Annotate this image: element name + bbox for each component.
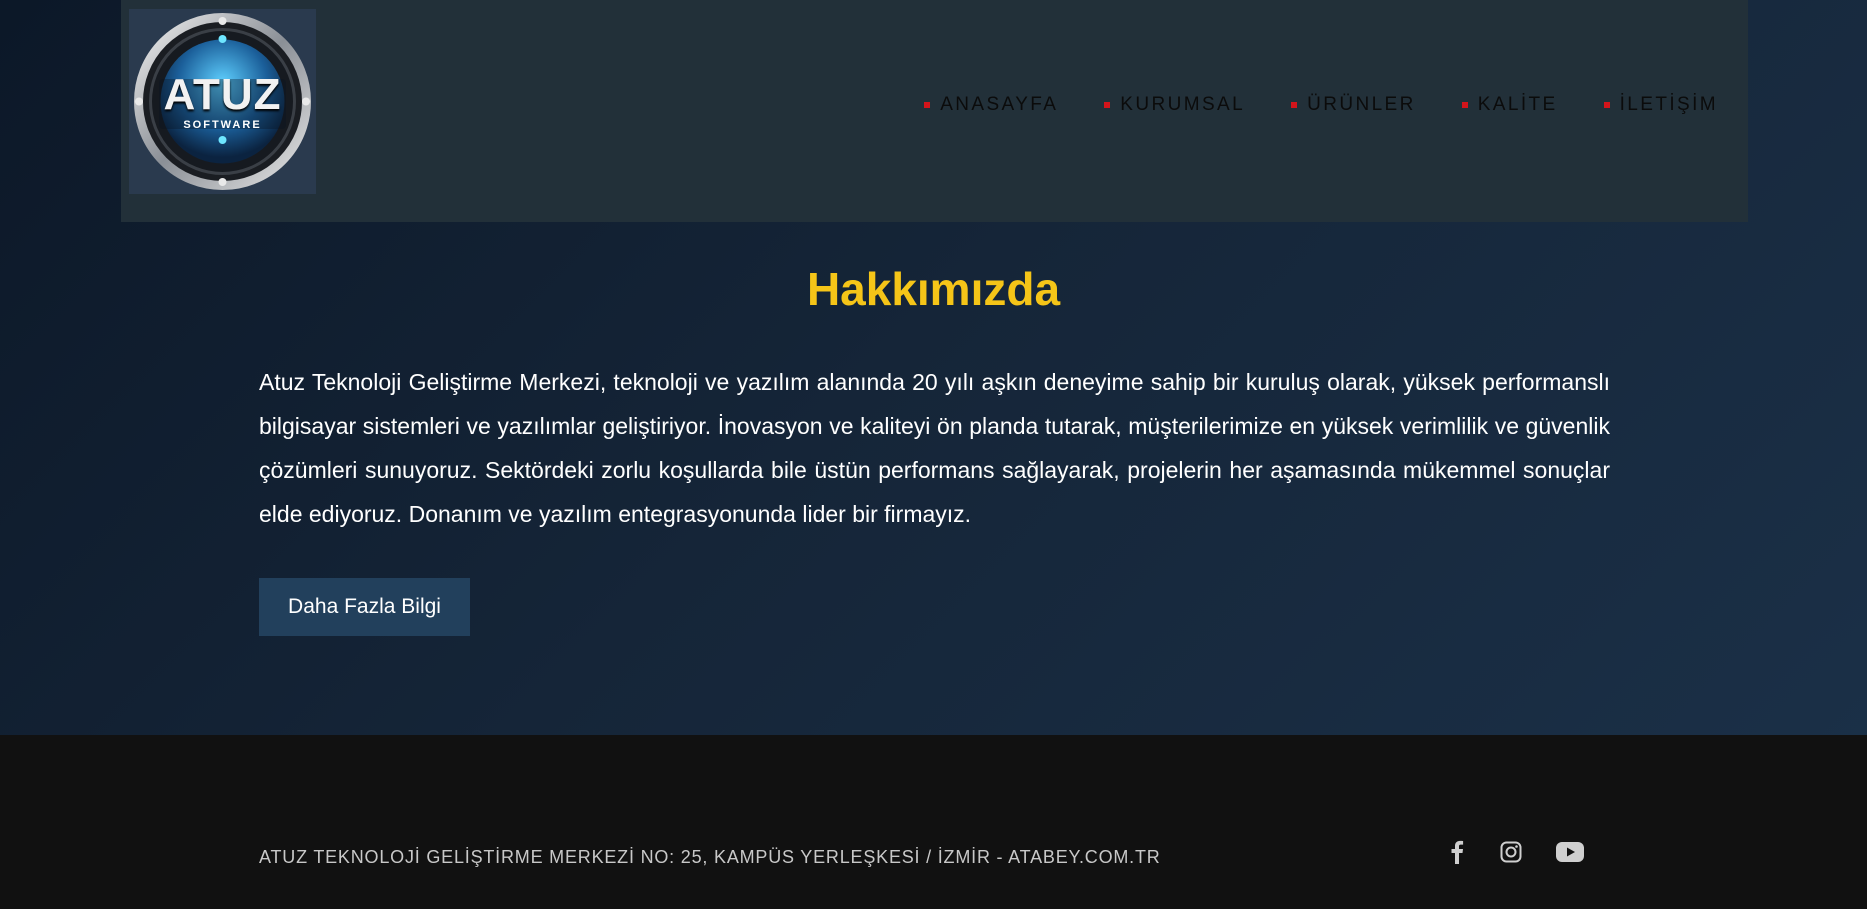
nav-bullet-icon (1291, 102, 1298, 108)
logo-subtext: SOFTWARE (183, 119, 262, 131)
nav-item-label: ANASAYFA (940, 94, 1059, 115)
nav-bullet-icon (1461, 102, 1468, 108)
nav-item-anasayfa[interactable]: ANASAYFA (924, 94, 1058, 116)
more-info-button[interactable]: Daha Fazla Bilgi (259, 578, 470, 636)
nav-item-kalite[interactable]: KALİTE (1461, 94, 1558, 116)
company-logo[interactable]: ATUZ SOFTWARE (129, 9, 316, 194)
nav-item-label: ÜRÜNLER (1307, 94, 1416, 115)
nav-item-label: KALİTE (1477, 94, 1558, 115)
nav-item-label: İLETİŞİM (1619, 94, 1718, 115)
section-title: Hakkımızda (806, 263, 1061, 315)
logo-text: ATUZ (163, 70, 282, 119)
youtube-icon[interactable] (1553, 835, 1587, 869)
instagram-icon[interactable] (1494, 835, 1528, 869)
nav-bullet-icon (924, 102, 931, 108)
nav-bullet-icon (1603, 102, 1610, 108)
footer-address: ATUZ TEKNOLOJİ GELİŞTİRME MERKEZİ NO: 25… (259, 847, 1161, 867)
site-footer: ATUZ TEKNOLOJİ GELİŞTİRME MERKEZİ NO: 25… (0, 735, 1867, 909)
site-header: ATUZ SOFTWARE ANASAYFA KURUMSAL ÜRÜNLER … (121, 0, 1748, 222)
nav-item-kurumsal[interactable]: KURUMSAL (1104, 94, 1245, 116)
social-links (1440, 835, 1587, 869)
about-paragraph: Atuz Teknoloji Geliştirme Merkezi, tekno… (259, 369, 1610, 527)
nav-bullet-icon (1104, 102, 1111, 108)
facebook-icon[interactable] (1440, 835, 1474, 869)
main-navigation: ANASAYFA KURUMSAL ÜRÜNLER KALİTE İLETİŞİ… (924, 94, 1718, 116)
nav-item-iletisim[interactable]: İLETİŞİM (1603, 94, 1718, 116)
nav-item-label: KURUMSAL (1120, 94, 1246, 115)
nav-item-urunler[interactable]: ÜRÜNLER (1291, 94, 1416, 116)
